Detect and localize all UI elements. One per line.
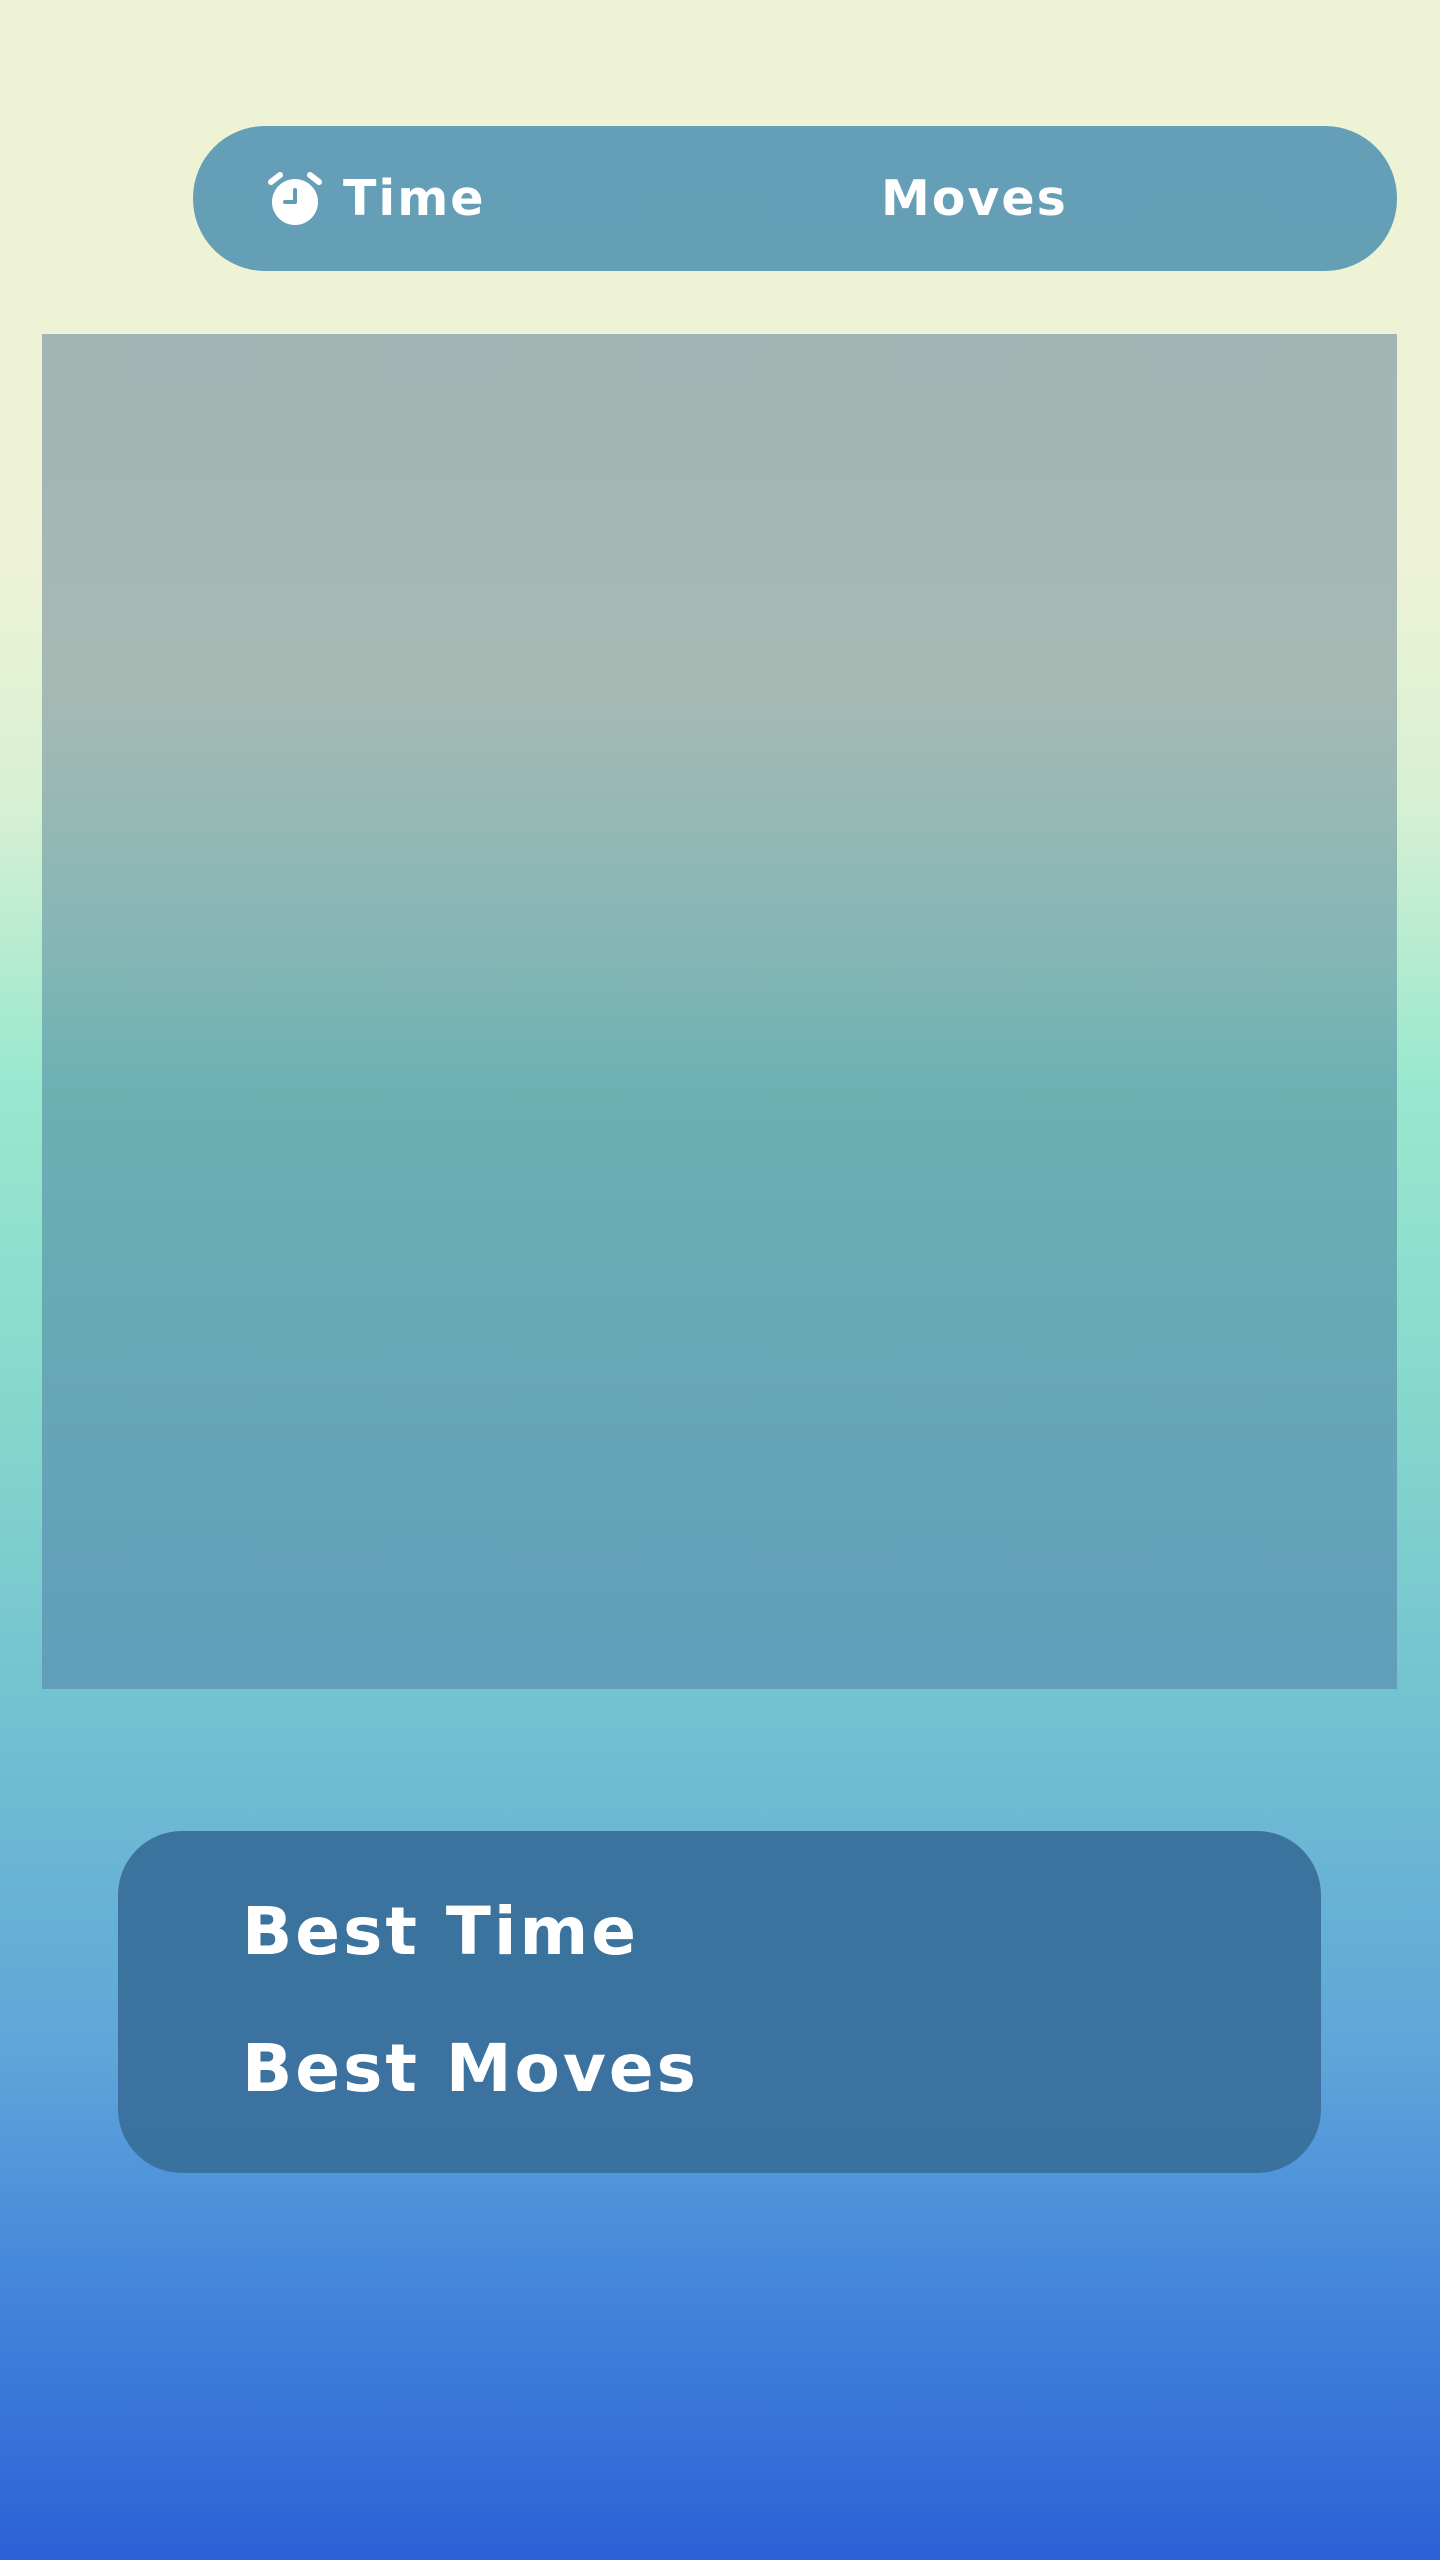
moves-stat: Moves [881, 166, 1068, 230]
stats-bar: Time Moves [193, 126, 1397, 271]
alarm-clock-icon [268, 172, 322, 225]
time-label: Time [343, 169, 486, 227]
moves-label: Moves [881, 169, 1068, 227]
best-time-label: Best Time [242, 1893, 640, 1970]
time-stat: Time [265, 166, 486, 230]
puzzle-board[interactable] [42, 334, 1397, 1689]
best-scores-panel: Best Time Best Moves [118, 1831, 1321, 2173]
best-moves-label: Best Moves [242, 2030, 699, 2107]
